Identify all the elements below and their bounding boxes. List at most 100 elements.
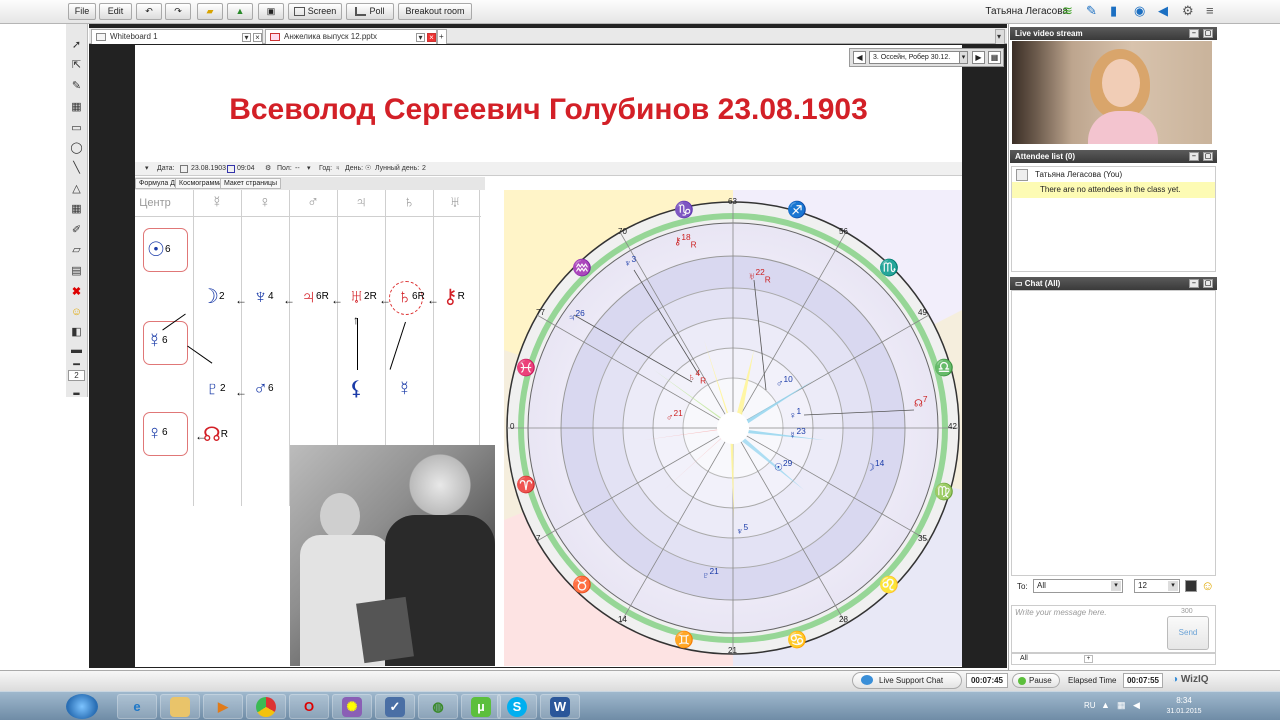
- tab-whiteboard[interactable]: Whiteboard 1 ▾ ×: [91, 29, 263, 44]
- emoticon-icon[interactable]: ☺: [1201, 578, 1214, 593]
- taskbar-gadget[interactable]: ◍: [418, 694, 458, 719]
- delete-tool-icon[interactable]: ✖: [68, 284, 85, 301]
- taskbar-skype[interactable]: S: [497, 694, 537, 719]
- menu-icon[interactable]: ≡: [1206, 4, 1214, 18]
- table-tool-icon[interactable]: ▦: [68, 201, 85, 218]
- microphone-icon[interactable]: ▮: [1110, 4, 1117, 18]
- pen-icon[interactable]: ✎: [1086, 4, 1097, 18]
- poll-button[interactable]: Poll: [346, 3, 394, 20]
- text-color-button[interactable]: [1185, 580, 1197, 592]
- subtab-layout[interactable]: Макет страницы: [220, 178, 282, 189]
- breakout-room-button[interactable]: Breakout room: [398, 3, 472, 20]
- open-folder-button[interactable]: ▰: [197, 3, 223, 20]
- opera-icon: O: [303, 699, 315, 714]
- taskbar-chrome[interactable]: [246, 694, 286, 719]
- share-content-button[interactable]: ▣: [258, 3, 284, 20]
- image-tool-icon[interactable]: ▦: [68, 99, 85, 116]
- size-bar-icon[interactable]: ▂: [68, 382, 85, 399]
- chat-filter[interactable]: All +: [1011, 653, 1216, 665]
- pencil-tool-icon[interactable]: ✎: [68, 78, 85, 95]
- taskbar-utorrent[interactable]: µ: [461, 694, 501, 719]
- tab-dropdown-icon[interactable]: ▾: [242, 33, 251, 42]
- chart-subtabs: Формула Души Космограмма Макет страницы: [135, 177, 485, 190]
- aquarius-icon: ♒: [572, 260, 592, 277]
- tray-arrow-icon[interactable]: ▲: [1101, 700, 1110, 710]
- rectangle-tool-icon[interactable]: ▭: [68, 120, 85, 137]
- font-size-select[interactable]: 12 ▾: [1134, 579, 1180, 593]
- recipient-select[interactable]: All ▾: [1033, 579, 1123, 593]
- paint-tool-icon[interactable]: ▤: [68, 263, 85, 280]
- upload-button[interactable]: ▲: [227, 3, 253, 20]
- tab-close-icon[interactable]: ×: [427, 33, 436, 42]
- node-mars: ♂6: [253, 378, 274, 400]
- screen-share-button[interactable]: Screen: [288, 3, 342, 20]
- node-lilith: ⚸: [349, 378, 364, 400]
- pointer-tool-icon[interactable]: ➚: [68, 37, 85, 54]
- start-button[interactable]: [66, 694, 98, 719]
- tab-close-icon[interactable]: ×: [253, 33, 262, 42]
- chevron-down-icon[interactable]: ▾: [959, 51, 968, 64]
- size-selector[interactable]: 2: [68, 370, 85, 381]
- wheel-planet-neptune-2: ♆5: [736, 522, 748, 537]
- thumbnails-icon[interactable]: ▦: [988, 51, 1001, 64]
- arrow-diag-line: [187, 345, 213, 364]
- message-input[interactable]: Write your message here.: [1015, 608, 1107, 617]
- language-indicator[interactable]: RU: [1084, 701, 1096, 710]
- network-icon[interactable]: ▦: [1117, 700, 1126, 711]
- redo-button[interactable]: ↷: [165, 3, 191, 20]
- highlighter-tool-icon[interactable]: ✐: [68, 222, 85, 239]
- undo-button[interactable]: ↶: [136, 3, 162, 20]
- top-toolbar: File Edit ↶ ↷ ▰ ▲ ▣ Screen Poll Breakout…: [0, 0, 1280, 24]
- add-icon[interactable]: +: [1084, 655, 1093, 663]
- minimize-icon[interactable]: –: [1189, 152, 1199, 161]
- send-button[interactable]: Send: [1167, 616, 1209, 650]
- taskbar-explorer[interactable]: [160, 694, 200, 719]
- taskbar-app-2[interactable]: ✓: [375, 694, 415, 719]
- planet-degree: 18: [681, 232, 691, 242]
- pause-button[interactable]: Pause: [1012, 673, 1060, 688]
- edit-menu[interactable]: Edit: [99, 3, 132, 20]
- webcam-icon[interactable]: ◉: [1134, 4, 1145, 18]
- natal-chart-wheel: 63 56 49 42 35 28 21 14 7 0 77 70 ♑ ♐ ♏ …: [504, 190, 962, 666]
- eraser-tool-icon[interactable]: ▱: [68, 242, 85, 259]
- minimize-icon[interactable]: –: [1189, 29, 1199, 38]
- slide-select[interactable]: 3. Оссейн, Робер 30.12.: [869, 51, 965, 64]
- chat-messages: [1011, 290, 1216, 576]
- taskbar-ie[interactable]: e: [117, 694, 157, 719]
- attendee-name[interactable]: Татьяна Легасова (You): [1035, 170, 1122, 179]
- clock-date[interactable]: 31.01.2015: [1160, 708, 1208, 715]
- taskbar-word[interactable]: W: [540, 694, 580, 719]
- planet-retro: R: [690, 239, 697, 250]
- maximize-icon[interactable]: ▢: [1203, 152, 1213, 161]
- taskbar-media-player[interactable]: ▶: [203, 694, 243, 719]
- chart-header: ▾ Дата: 23.08.1903 09:04 ⚙ Пол: -- ▾ Год…: [135, 162, 962, 176]
- volume-icon[interactable]: ◀: [1133, 700, 1140, 711]
- clock-time[interactable]: 8:34: [1160, 696, 1208, 705]
- speaker-icon[interactable]: ◀: [1158, 4, 1168, 18]
- maximize-icon[interactable]: ▢: [1203, 29, 1213, 38]
- chiron-retro: R: [457, 291, 465, 302]
- minimize-icon[interactable]: –: [1189, 279, 1199, 288]
- venus-glyph: ♀: [147, 422, 162, 444]
- triangle-tool-icon[interactable]: △: [68, 181, 85, 198]
- leo-icon: ♌: [879, 577, 899, 594]
- smiley-tool-icon[interactable]: ☺: [68, 304, 85, 321]
- maximize-icon[interactable]: ▢: [1203, 279, 1213, 288]
- next-slide-button[interactable]: ▶: [972, 51, 985, 64]
- taskbar-app[interactable]: ✺: [332, 694, 372, 719]
- select-tool-icon[interactable]: ⇱: [68, 57, 85, 74]
- user-name: Татьяна Легасова: [985, 6, 1068, 17]
- fill-color-icon[interactable]: ◧: [68, 324, 85, 341]
- wheel-planet-node: ☊7: [914, 394, 928, 409]
- prev-slide-button[interactable]: ◀: [853, 51, 866, 64]
- file-menu[interactable]: File: [68, 3, 96, 20]
- add-tab-button[interactable]: +: [437, 29, 447, 44]
- tabs-menu-icon[interactable]: ▾: [995, 29, 1005, 44]
- line-tool-icon[interactable]: ╲: [68, 160, 85, 177]
- tab-dropdown-icon[interactable]: ▾: [416, 33, 425, 42]
- live-support-button[interactable]: Live Support Chat: [852, 672, 962, 689]
- settings-icon[interactable]: ⚙: [1182, 4, 1194, 18]
- tab-presentation[interactable]: Анжелика выпуск 12.pptx ▾ ×: [265, 29, 437, 44]
- taskbar-opera[interactable]: O: [289, 694, 329, 719]
- ellipse-tool-icon[interactable]: ◯: [68, 140, 85, 157]
